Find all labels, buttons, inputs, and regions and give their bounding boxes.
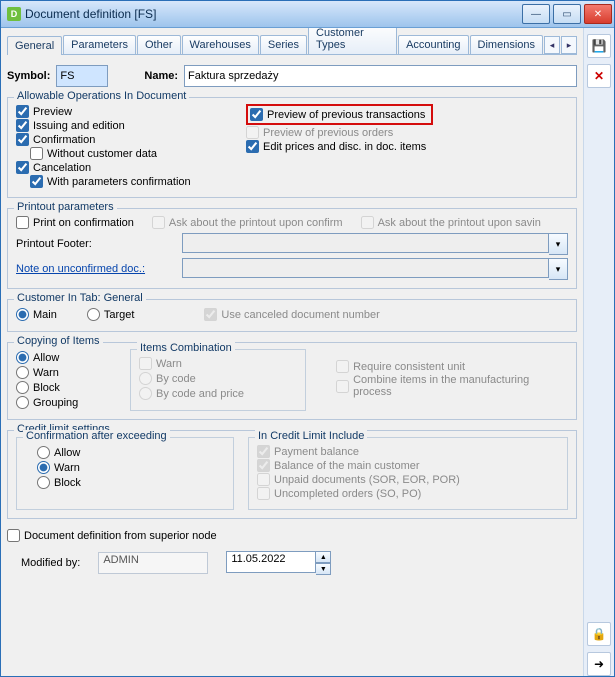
close-button[interactable]: ✕ (584, 4, 612, 24)
tab-dimensions[interactable]: Dimensions (470, 35, 543, 54)
sidebar: 💾 ✕ 🔒 ➜ (583, 28, 614, 676)
symbol-input[interactable] (56, 65, 108, 87)
cb-unpaid-docs: Unpaid documents (SOR, EOR, POR) (257, 473, 559, 486)
tab-general[interactable]: General (7, 36, 62, 55)
legend-copying: Copying of Items (14, 335, 103, 347)
cb-combo-warn: Warn (139, 357, 297, 370)
group-customer-tab: Customer In Tab: General Main Target Use… (7, 299, 577, 332)
rb-copy-grouping[interactable]: Grouping (16, 396, 116, 409)
tab-parameters[interactable]: Parameters (63, 35, 136, 54)
spin-up-icon[interactable]: ▲ (316, 551, 331, 563)
group-copying: Copying of Items Allow Warn Block Groupi… (7, 342, 577, 420)
group-conf-after-exceed: Confirmation after exceeding Allow Warn … (16, 437, 234, 510)
cb-without-customer[interactable]: Without customer data (30, 147, 206, 160)
minimize-button[interactable]: — (522, 4, 550, 24)
spin-down-icon[interactable]: ▼ (316, 563, 331, 575)
rb-main[interactable]: Main (16, 308, 57, 321)
pin-button[interactable]: ➜ (587, 652, 611, 676)
name-input[interactable] (184, 65, 577, 87)
cb-cancelation[interactable]: Cancelation (16, 161, 206, 174)
save-button[interactable]: 💾 (587, 34, 611, 58)
chevron-down-icon[interactable]: ▾ (549, 258, 568, 280)
window: D Document definition [FS] — ▭ ✕ General… (0, 0, 615, 677)
tab-other[interactable]: Other (137, 35, 181, 54)
printout-footer-combo[interactable]: ▾ (182, 233, 568, 255)
tab-series[interactable]: Series (260, 35, 307, 54)
group-printout: Printout parameters Print on confirmatio… (7, 208, 577, 289)
rb-credit-allow[interactable]: Allow (37, 446, 225, 459)
group-items-combination: Items Combination Warn By code By code a… (130, 349, 306, 411)
legend-printout: Printout parameters (14, 201, 117, 213)
window-title: Document definition [FS] (25, 7, 522, 21)
window-buttons: — ▭ ✕ (522, 4, 612, 24)
printout-footer-label: Printout Footer: (16, 238, 176, 250)
cb-ask-saving: Ask about the printout upon savin (361, 216, 541, 229)
rb-copy-block[interactable]: Block (16, 381, 116, 394)
pin-icon: ➜ (594, 657, 604, 671)
cancel-button[interactable]: ✕ (587, 64, 611, 88)
cb-issuing[interactable]: Issuing and edition (16, 119, 206, 132)
tab-customer-types[interactable]: Customer Types (308, 28, 397, 54)
group-allowable-operations: Allowable Operations In Document Preview… (7, 97, 577, 198)
cb-balance-main: Balance of the main customer (257, 459, 559, 472)
lock-button[interactable]: 🔒 (587, 622, 611, 646)
legend-customer-tab: Customer In Tab: General (14, 292, 146, 304)
symbol-label: Symbol: (7, 70, 50, 82)
rb-target[interactable]: Target (87, 308, 135, 321)
tab-scroll-right[interactable]: ▸ (561, 36, 577, 54)
rb-combo-bycode: By code (139, 372, 297, 385)
legend-items-combination: Items Combination (137, 342, 235, 354)
cb-use-canceled: Use canceled document number (204, 308, 379, 321)
cb-prev-orders: Preview of previous orders (246, 126, 433, 139)
close-icon: ✕ (594, 69, 604, 83)
rb-copy-allow[interactable]: Allow (16, 351, 116, 364)
cb-combine-manuf: Combine items in the manufacturing proce… (336, 374, 568, 398)
cb-ask-confirm: Ask about the printout upon confirm (152, 216, 343, 229)
group-credit-limit: Credit limit settings Confirmation after… (7, 430, 577, 519)
note-unconfirmed-link[interactable]: Note on unconfirmed doc.: (16, 263, 176, 275)
rb-credit-block[interactable]: Block (37, 476, 225, 489)
rb-copy-warn[interactable]: Warn (16, 366, 116, 379)
rb-combo-bycodeprice: By code and price (139, 387, 297, 400)
cb-edit-prices[interactable]: Edit prices and disc. in doc. items (246, 140, 433, 153)
cb-prev-transactions[interactable]: Preview of previous transactions (250, 108, 425, 121)
cb-preview[interactable]: Preview (16, 105, 206, 118)
app-icon: D (7, 7, 21, 21)
name-label: Name: (144, 70, 178, 82)
modified-by-label: Modified by: (21, 557, 80, 569)
cb-uncompleted-orders: Uncompleted orders (SO, PO) (257, 487, 559, 500)
legend-conf-after-exceed: Confirmation after exceeding (23, 430, 170, 442)
cb-require-unit: Require consistent unit (336, 360, 568, 373)
tab-warehouses[interactable]: Warehouses (182, 35, 259, 54)
rb-credit-warn[interactable]: Warn (37, 461, 225, 474)
cb-confirmation[interactable]: Confirmation (16, 133, 206, 146)
legend-allowable: Allowable Operations In Document (14, 90, 189, 102)
floppy-icon: 💾 (592, 39, 607, 53)
maximize-button[interactable]: ▭ (553, 4, 581, 24)
modified-date-value: 11.05.2022 (226, 551, 316, 573)
cb-print-on-confirm[interactable]: Print on confirmation (16, 216, 134, 229)
lock-icon: 🔒 (592, 627, 607, 641)
titlebar: D Document definition [FS] — ▭ ✕ (1, 1, 614, 28)
group-credit-include: In Credit Limit Include Payment balance … (248, 437, 568, 510)
modified-by-user: ADMIN (98, 552, 208, 574)
cb-superior-node[interactable]: Document definition from superior node (7, 529, 577, 542)
legend-credit-include: In Credit Limit Include (255, 430, 367, 442)
chevron-down-icon[interactable]: ▾ (549, 233, 568, 255)
tab-scroll-left[interactable]: ◂ (544, 36, 560, 54)
cb-pay-balance: Payment balance (257, 445, 559, 458)
cb-with-params[interactable]: With parameters confirmation (30, 175, 206, 188)
highlight-box: Preview of previous transactions (246, 104, 433, 125)
tab-accounting[interactable]: Accounting (398, 35, 468, 54)
note-unconfirmed-combo[interactable]: ▾ (182, 258, 568, 280)
tab-bar: General Parameters Other Warehouses Seri… (7, 32, 577, 55)
modified-date-spinner[interactable]: 11.05.2022 ▲▼ (226, 551, 331, 575)
